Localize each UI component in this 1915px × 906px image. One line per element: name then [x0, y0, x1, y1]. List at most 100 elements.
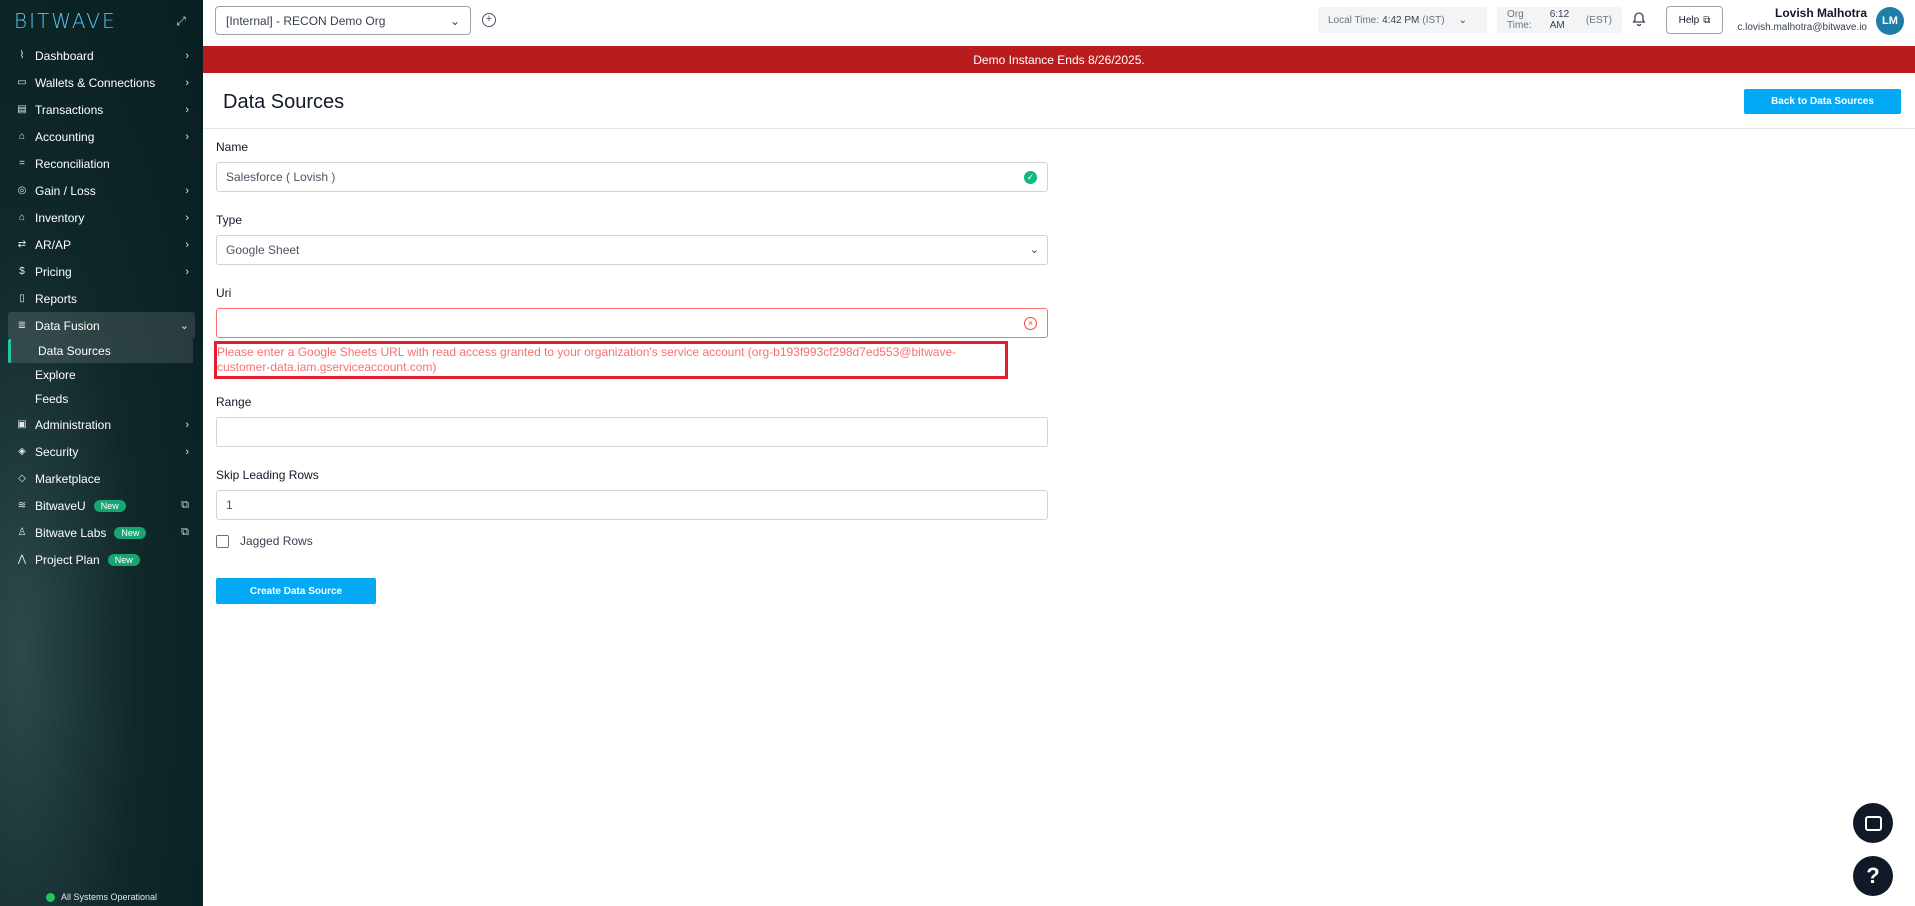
sidebar-item-dashboard[interactable]: ⌇ Dashboard ›: [0, 42, 203, 69]
sidebar-item-ar-ap[interactable]: ⇄ AR/AP ›: [0, 231, 203, 258]
back-to-data-sources-button[interactable]: Back to Data Sources: [1744, 89, 1901, 114]
chart-line-icon: ⌇: [19, 50, 25, 61]
sidebar-item-label: Dashboard: [35, 48, 94, 63]
status-dot-icon: [45, 892, 55, 902]
uri-error-message: Please enter a Google Sheets URL with re…: [214, 341, 1008, 379]
jagged-rows-label: Jagged Rows: [240, 534, 313, 548]
sidebar-item-reports[interactable]: ▯ Reports: [0, 285, 203, 312]
org-time-display: Org Time: 6:12 AM (EST): [1497, 7, 1622, 33]
top-bar: [Internal] - RECON Demo Org ⌄ + Local Ti…: [203, 0, 1915, 46]
sidebar-item-administration[interactable]: ▣ Administration ›: [0, 411, 203, 438]
sidebar-item-label: BitwaveU: [35, 498, 86, 513]
dollar-icon: $: [19, 266, 25, 277]
uri-input[interactable]: ×: [216, 308, 1048, 338]
sidebar-item-label: Project Plan: [35, 552, 100, 567]
new-badge: New: [107, 553, 140, 566]
sidebar-item-label: Pricing: [35, 264, 72, 279]
chat-icon[interactable]: [1853, 803, 1893, 843]
range-input[interactable]: [216, 417, 1048, 447]
sidebar-subitem-data-sources[interactable]: Data Sources: [8, 339, 193, 363]
sidebar-item-project-plan[interactable]: ⋀ Project Plan New: [0, 546, 203, 573]
help-button-label: Help: [1678, 14, 1700, 26]
org-time-value: 6:12 AM: [1549, 9, 1570, 31]
chevron-right-icon: ›: [185, 76, 189, 89]
avatar[interactable]: LM: [1876, 7, 1904, 35]
expand-icon[interactable]: ⤢: [173, 13, 189, 29]
sidebar-item-wallets-connections[interactable]: ▭ Wallets & Connections ›: [0, 69, 203, 96]
sidebar-item-label: Marketplace: [35, 471, 101, 486]
sidebar-item-bitwaveu[interactable]: ≋ BitwaveU New ⧉: [0, 492, 203, 519]
demo-banner: Demo Instance Ends 8/26/2025.: [203, 46, 1915, 73]
error-circle-icon: ×: [1024, 317, 1037, 330]
sidebar-item-bitwave-labs[interactable]: ♙ Bitwave Labs New ⧉: [0, 519, 203, 546]
help-button[interactable]: Help ⧉: [1666, 6, 1723, 34]
sidebar-item-gain-loss[interactable]: ◎ Gain / Loss ›: [0, 177, 203, 204]
bell-icon[interactable]: [1631, 11, 1647, 27]
sidebar-subitem-explore[interactable]: Explore: [0, 363, 203, 387]
org-selector-value: [Internal] - RECON Demo Org: [226, 13, 386, 28]
user-email: c.lovish.malhotra@bitwave.io: [1737, 22, 1867, 33]
sidebar-item-accounting[interactable]: ⌂ Accounting ›: [0, 123, 203, 150]
range-label: Range: [216, 395, 252, 409]
page-header: Data Sources Back to Data Sources: [203, 73, 1915, 129]
add-org-icon[interactable]: +: [482, 13, 496, 27]
org-time-label: Org Time:: [1507, 9, 1532, 31]
bank-icon: ⌂: [18, 131, 26, 142]
name-input[interactable]: Salesforce ( Lovish ) ✓: [216, 162, 1048, 192]
org-selector[interactable]: [Internal] - RECON Demo Org ⌄: [215, 6, 471, 35]
sidebar-item-pricing[interactable]: $ Pricing ›: [0, 258, 203, 285]
jagged-rows-row: Jagged Rows: [216, 534, 1048, 548]
status-text: All Systems Operational: [60, 892, 158, 902]
sidebar-item-data-fusion[interactable]: ≣ Data Fusion ⌄: [8, 312, 195, 339]
tag-icon: ◇: [18, 473, 26, 484]
chevron-right-icon: ›: [185, 130, 189, 143]
sidebar-item-label: Accounting: [35, 129, 95, 144]
create-data-source-button[interactable]: Create Data Source: [216, 578, 376, 604]
sidebar-item-reconciliation[interactable]: = Reconciliation: [0, 150, 203, 177]
question-icon[interactable]: ?: [1853, 856, 1893, 896]
chevron-right-icon: ›: [185, 211, 189, 224]
chevron-right-icon: ›: [185, 103, 189, 116]
name-label: Name: [216, 140, 249, 154]
sidebar-subitem-feeds[interactable]: Feeds: [0, 387, 203, 411]
sidebar-item-marketplace[interactable]: ◇ Marketplace: [0, 465, 203, 492]
chevron-down-icon: ⌄: [449, 13, 460, 28]
sidebar-item-label: Gain / Loss: [35, 183, 96, 198]
chevron-down-icon: ⌄: [1458, 14, 1467, 26]
flask-icon: ♙: [17, 527, 27, 538]
bitwave-logo[interactable]: BITWAVE: [14, 9, 117, 33]
type-select-value: Google Sheet: [226, 243, 300, 257]
local-time-zone: (IST): [1422, 14, 1445, 26]
sidebar-item-label: Transactions: [35, 102, 104, 117]
local-time-label: Local Time:: [1328, 14, 1380, 26]
graduation-cap-icon: ≋: [17, 500, 27, 511]
type-select[interactable]: Google Sheet ⌄: [216, 235, 1048, 265]
sidebar-item-transactions[interactable]: ▤ Transactions ›: [0, 96, 203, 123]
system-status[interactable]: All Systems Operational: [0, 892, 203, 902]
sidebar-item-security[interactable]: ◈ Security ›: [0, 438, 203, 465]
shield-icon: ◈: [18, 446, 26, 457]
user-info[interactable]: Lovish Malhotra c.lovish.malhotra@bitwav…: [1731, 6, 1867, 33]
coins-icon: ◎: [17, 185, 27, 196]
external-link-icon: ⧉: [181, 526, 189, 538]
equals-icon: =: [19, 158, 25, 169]
chevron-right-icon: ›: [185, 265, 189, 278]
sidebar-item-label: Reconciliation: [35, 156, 110, 171]
skip-leading-rows-input[interactable]: 1: [216, 490, 1048, 520]
sidebar-item-label: Wallets & Connections: [35, 75, 156, 90]
sidebar-item-label: Administration: [35, 417, 112, 432]
jagged-rows-checkbox[interactable]: [216, 534, 229, 548]
sidebar-header: BITWAVE ⤢: [0, 0, 203, 42]
invoice-icon: ⇄: [17, 239, 27, 250]
chevron-right-icon: ›: [185, 49, 189, 62]
local-time-selector[interactable]: Local Time: 4:42 PM (IST) ⌄: [1318, 7, 1487, 33]
skip-leading-rows-value: 1: [226, 498, 233, 512]
data-source-form: Name Salesforce ( Lovish ) ✓ Type Google…: [214, 140, 1048, 604]
local-time-value: 4:42 PM: [1382, 14, 1420, 26]
sidebar-item-inventory[interactable]: ⌂ Inventory ›: [0, 204, 203, 231]
user-name: Lovish Malhotra: [1774, 6, 1867, 20]
database-icon: ≣: [17, 320, 27, 331]
chevron-right-icon: ›: [185, 445, 189, 458]
check-circle-icon: ✓: [1024, 171, 1037, 184]
sidebar-item-label: Inventory: [35, 210, 85, 225]
